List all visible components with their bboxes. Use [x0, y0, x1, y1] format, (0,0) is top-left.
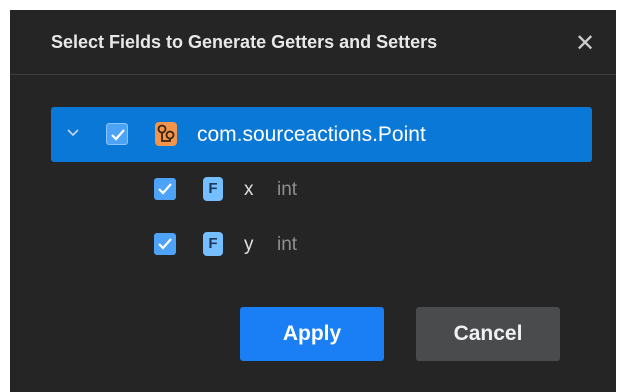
- field-icon: F: [203, 177, 223, 201]
- class-checkbox[interactable]: [106, 123, 128, 145]
- class-icon: [155, 122, 177, 146]
- chevron-down-icon[interactable]: [63, 124, 83, 144]
- fields-tree: com.sourceactions.Point F x int F y int: [51, 107, 592, 272]
- dialog-title: Select Fields to Generate Getters and Se…: [51, 32, 438, 52]
- field-type: int: [277, 234, 298, 255]
- tree-row-field[interactable]: F y int: [51, 217, 592, 272]
- dialog-titlebar: Select Fields to Generate Getters and Se…: [10, 10, 616, 75]
- tree-row-class[interactable]: com.sourceactions.Point: [51, 107, 592, 162]
- cancel-button[interactable]: Cancel: [416, 307, 560, 361]
- class-name-label: com.sourceactions.Point: [197, 123, 426, 146]
- tree-row-field[interactable]: F x int: [51, 162, 592, 217]
- field-icon: F: [203, 232, 223, 256]
- close-icon[interactable]: ✕: [570, 29, 600, 59]
- generate-getters-setters-dialog: Select Fields to Generate Getters and Se…: [10, 10, 616, 392]
- field-name: x: [244, 179, 254, 200]
- field-y-checkbox[interactable]: [154, 233, 176, 255]
- field-type: int: [277, 179, 298, 200]
- field-name: y: [244, 234, 254, 255]
- field-x-checkbox[interactable]: [154, 178, 176, 200]
- apply-button[interactable]: Apply: [240, 307, 384, 361]
